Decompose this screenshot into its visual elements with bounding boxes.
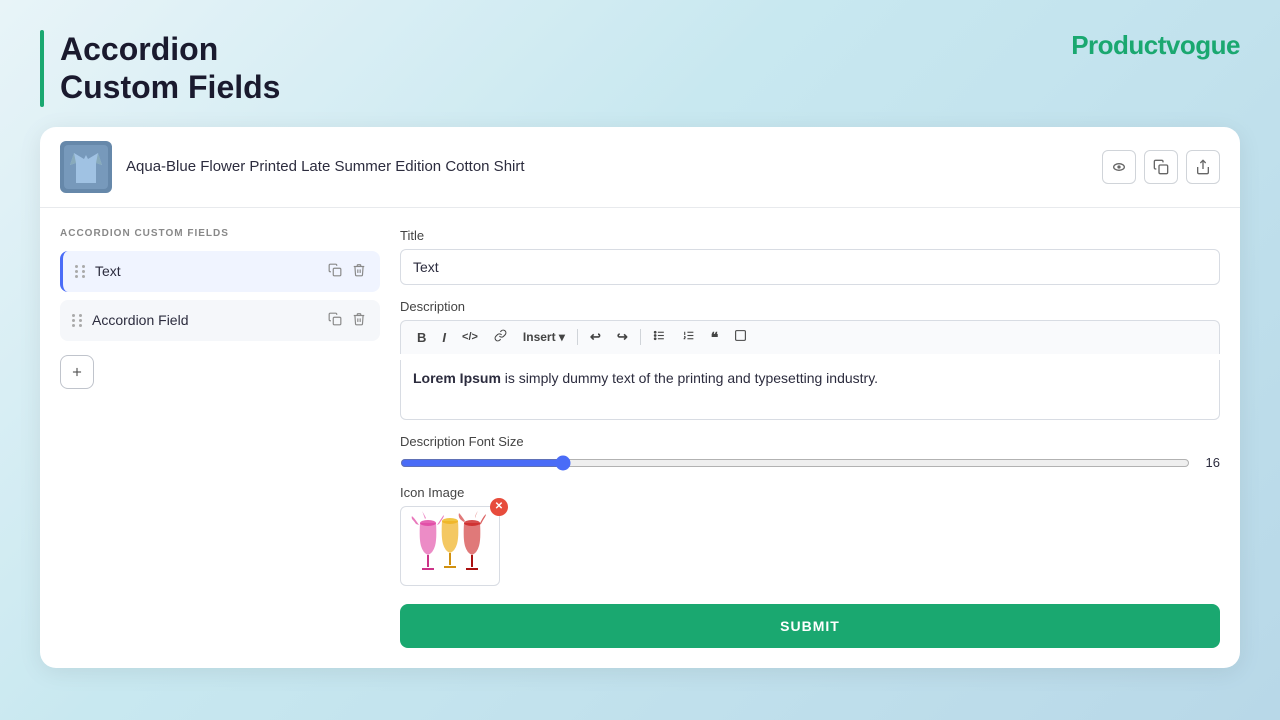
left-panel: ACCORDION CUSTOM FIELDS Text [60,228,400,648]
plus-icon [70,365,84,379]
toolbar-ul[interactable] [647,327,672,347]
description-editor[interactable]: Lorem Ipsum is simply dummy text of the … [400,360,1220,420]
content-area: ACCORDION CUSTOM FIELDS Text [40,208,1240,668]
main-card: Aqua-Blue Flower Printed Late Summer Edi… [40,127,1240,668]
toolbar-sep-1 [577,329,578,345]
font-size-slider-row: 16 [400,455,1220,471]
share-icon [1195,159,1211,175]
font-size-form-group: Description Font Size 16 [400,434,1220,471]
toolbar-undo[interactable]: ↩ [584,327,607,347]
product-name: Aqua-Blue Flower Printed Late Summer Edi… [126,158,525,175]
field-actions-accordion [326,310,368,331]
description-rest-text: is simply dummy text of the printing and… [501,370,878,386]
drag-handle-text[interactable] [75,265,87,278]
field-label-accordion: Accordion Field [92,312,189,328]
field-copy-accordion[interactable] [326,310,344,331]
product-image-svg [64,145,108,189]
image-container: ✕ [400,506,500,586]
icon-image-label: Icon Image [400,485,1220,500]
toolbar-sep-2 [640,329,641,345]
eye-icon [1111,159,1127,175]
title-input[interactable] [400,249,1220,285]
title-accent-bar [40,30,44,107]
toolbar-ol[interactable] [676,327,701,347]
field-item-text[interactable]: Text [60,251,380,292]
toolbar-italic[interactable]: I [436,328,452,347]
product-info: Aqua-Blue Flower Printed Late Summer Edi… [60,141,525,193]
drag-handle-accordion[interactable] [72,314,84,327]
copy-button[interactable] [1144,150,1178,184]
wine-glasses-image [405,511,495,581]
product-thumbnail [60,141,112,193]
field-actions-text [326,261,368,282]
submit-button[interactable]: SUBMIT [400,604,1220,648]
field-delete-accordion[interactable] [350,310,368,331]
toolbar-link[interactable] [488,327,513,347]
page-title: Accordion Custom Fields [60,30,280,107]
image-remove-button[interactable]: ✕ [490,498,508,516]
toolbar-bold[interactable]: B [411,328,432,347]
page-title-text: Accordion Custom Fields [60,30,280,107]
description-form-group: Description B I </> Insert ▾ ↩ ↪ [400,299,1220,420]
field-list: Text [60,251,380,341]
logo: Productvogue [1071,30,1240,61]
field-item-left-accordion: Accordion Field [72,312,189,328]
image-box [400,506,500,586]
description-bold-text: Lorem Ipsum [413,370,501,386]
description-label: Description [400,299,1220,314]
field-copy-text[interactable] [326,261,344,282]
field-delete-text[interactable] [350,261,368,282]
right-panel: Title Description B I </> Insert ▾ ↩ [400,228,1220,648]
copy-icon [1153,159,1169,175]
font-size-value: 16 [1200,455,1220,470]
share-button[interactable] [1186,150,1220,184]
field-label-text: Text [95,263,121,279]
toolbar-redo[interactable]: ↪ [611,327,634,347]
toolbar-code[interactable]: </> [456,329,484,345]
section-label: ACCORDION CUSTOM FIELDS [60,228,380,239]
editor-toolbar: B I </> Insert ▾ ↩ ↪ [400,320,1220,354]
font-size-label: Description Font Size [400,434,1220,449]
field-item-accordion[interactable]: Accordion Field [60,300,380,341]
product-actions [1102,150,1220,184]
toolbar-quote[interactable]: ❝ [705,327,725,348]
font-size-slider[interactable] [400,455,1190,471]
field-item-left-text: Text [75,263,121,279]
title-section: Accordion Custom Fields [40,30,280,107]
icon-image-section: Icon Image [400,485,1220,586]
product-bar: Aqua-Blue Flower Printed Late Summer Edi… [40,127,1240,208]
add-field-button[interactable] [60,355,94,389]
title-form-group: Title [400,228,1220,285]
toolbar-box[interactable] [728,327,753,347]
eye-button[interactable] [1102,150,1136,184]
page-header: Accordion Custom Fields Productvogue [0,0,1280,127]
title-label: Title [400,228,1220,243]
toolbar-insert[interactable]: Insert ▾ [517,328,571,346]
